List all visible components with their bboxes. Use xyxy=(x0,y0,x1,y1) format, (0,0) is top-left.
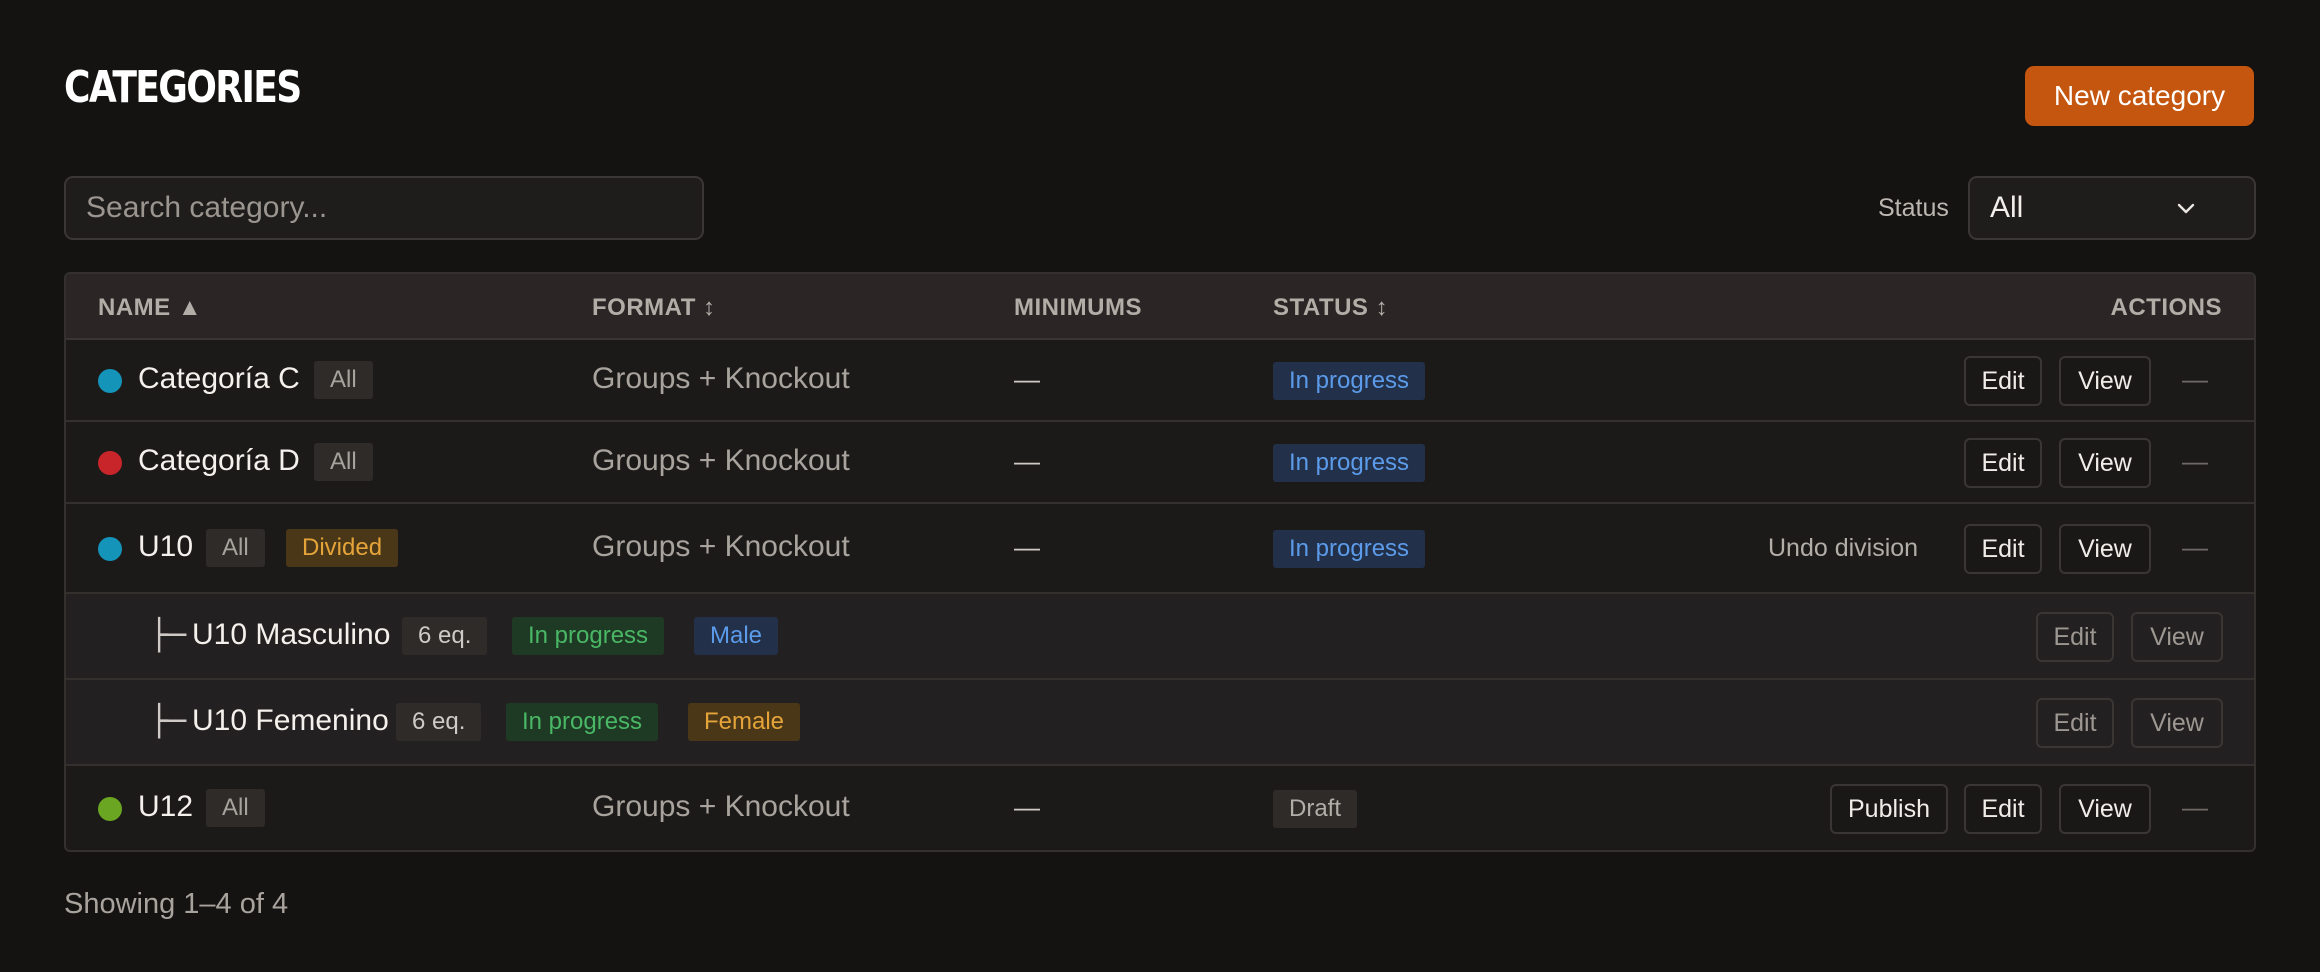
column-header-status[interactable]: STATUS ↕ xyxy=(1273,294,1388,322)
minimums-value: — xyxy=(1014,446,1040,476)
format-text: Groups + Knockout xyxy=(592,444,850,477)
table-row: Categoría D All Groups + Knockout — In p… xyxy=(66,422,2254,504)
table-row: U10 All Divided Groups + Knockout — In p… xyxy=(66,504,2254,594)
category-color-dot xyxy=(98,797,122,821)
gender-tag: Female xyxy=(688,703,801,741)
scope-tag: All xyxy=(206,789,265,827)
status-badge: In progress xyxy=(1273,444,1426,482)
more-actions[interactable]: — xyxy=(2182,532,2208,563)
pagination-summary: Showing 1–4 of 4 xyxy=(64,888,289,920)
view-button[interactable]: View xyxy=(2131,612,2223,662)
new-category-button[interactable]: New category xyxy=(2025,66,2254,126)
tree-branch-icon: ├─ xyxy=(150,618,187,653)
status-badge: In progress xyxy=(1273,362,1426,400)
teams-count-tag: 6 eq. xyxy=(396,703,482,741)
status-select-value: All xyxy=(1990,191,2024,224)
table-row: Categoría C All Groups + Knockout — In p… xyxy=(66,340,2254,422)
scope-tag: All xyxy=(314,443,373,481)
page-title: CATEGORIES xyxy=(64,62,302,113)
subcategory-name: U10 Masculino xyxy=(192,618,391,651)
column-header-name[interactable]: NAME ▲ xyxy=(98,294,202,322)
category-color-dot xyxy=(98,369,122,393)
category-name: Categoría C xyxy=(138,362,300,395)
view-button[interactable]: View xyxy=(2059,524,2151,574)
minimums-value: — xyxy=(1014,792,1040,822)
edit-button[interactable]: Edit xyxy=(1964,784,2042,834)
undo-division-link[interactable]: Undo division xyxy=(1768,534,1918,563)
more-actions[interactable]: — xyxy=(2182,446,2208,477)
column-header-format[interactable]: FORMAT ↕ xyxy=(592,294,716,322)
status-badge: In progress xyxy=(506,703,659,741)
table-subrow: ├─ U10 Femenino 6 eq. In progress Female… xyxy=(66,680,2254,766)
category-color-dot xyxy=(98,451,122,475)
minimums-value: — xyxy=(1014,364,1040,394)
category-name: U12 xyxy=(138,790,194,823)
teams-count-tag: 6 eq. xyxy=(402,617,488,655)
edit-button[interactable]: Edit xyxy=(1964,356,2042,406)
status-filter-label: Status xyxy=(1878,194,1949,222)
table-header: NAME ▲ FORMAT ↕ MINIMUMS STATUS ↕ ACTION… xyxy=(66,274,2254,340)
view-button[interactable]: View xyxy=(2059,356,2151,406)
more-actions[interactable]: — xyxy=(2182,364,2208,395)
publish-button[interactable]: Publish xyxy=(1830,784,1948,834)
status-badge: Draft xyxy=(1273,790,1358,828)
column-header-minimums: MINIMUMS xyxy=(1014,294,1142,321)
category-color-dot xyxy=(98,537,122,561)
search-input[interactable] xyxy=(64,176,704,240)
minimums-value: — xyxy=(1014,532,1040,562)
format-text: Groups + Knockout xyxy=(592,530,850,563)
edit-button[interactable]: Edit xyxy=(2036,698,2114,748)
column-header-actions: ACTIONS xyxy=(2110,294,2222,321)
category-name: Categoría D xyxy=(138,444,300,477)
view-button[interactable]: View xyxy=(2131,698,2223,748)
more-actions[interactable]: — xyxy=(2182,792,2208,823)
gender-tag: Male xyxy=(694,617,779,655)
edit-button[interactable]: Edit xyxy=(1964,524,2042,574)
categories-table: NAME ▲ FORMAT ↕ MINIMUMS STATUS ↕ ACTION… xyxy=(64,272,2256,852)
tree-branch-icon: ├─ xyxy=(150,704,187,739)
divided-tag: Divided xyxy=(286,529,399,567)
status-select[interactable]: All xyxy=(1968,176,2256,240)
status-badge: In progress xyxy=(1273,530,1426,568)
chevron-down-icon xyxy=(2177,203,2195,214)
format-text: Groups + Knockout xyxy=(592,362,850,395)
edit-button[interactable]: Edit xyxy=(2036,612,2114,662)
scope-tag: All xyxy=(206,529,265,567)
edit-button[interactable]: Edit xyxy=(1964,438,2042,488)
view-button[interactable]: View xyxy=(2059,438,2151,488)
status-badge: In progress xyxy=(512,617,665,655)
view-button[interactable]: View xyxy=(2059,784,2151,834)
format-text: Groups + Knockout xyxy=(592,790,850,823)
scope-tag: All xyxy=(314,361,373,399)
category-name: U10 xyxy=(138,530,194,563)
subcategory-name: U10 Femenino xyxy=(192,704,389,737)
table-row: U12 All Groups + Knockout — Draft Publis… xyxy=(66,766,2254,850)
table-subrow: ├─ U10 Masculino 6 eq. In progress Male … xyxy=(66,594,2254,680)
